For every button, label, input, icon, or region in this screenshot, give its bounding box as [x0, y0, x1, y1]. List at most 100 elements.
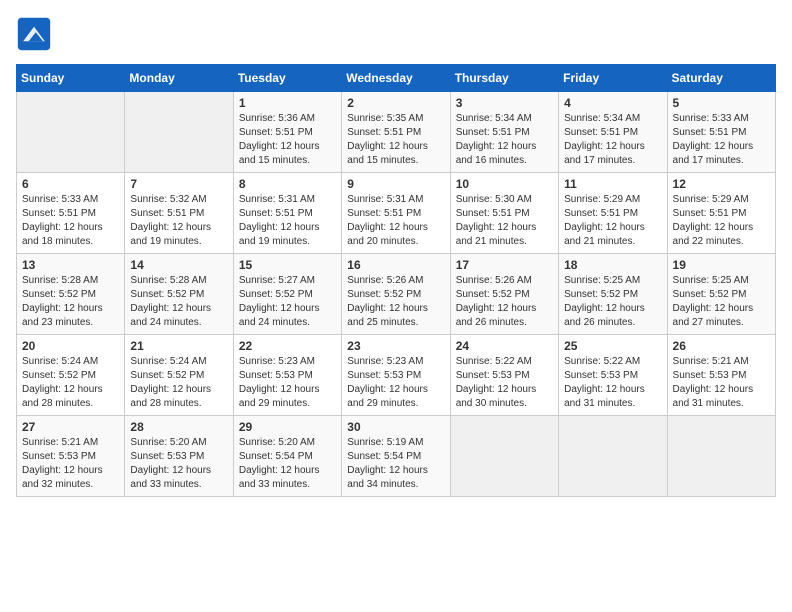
- calendar-cell: 3 Sunrise: 5:34 AM Sunset: 5:51 PM Daylig…: [450, 92, 558, 173]
- calendar-cell: 13 Sunrise: 5:28 AM Sunset: 5:52 PM Dayli…: [17, 254, 125, 335]
- day-info: Sunrise: 5:22 AM Sunset: 5:53 PM Dayligh…: [564, 355, 661, 411]
- day-number: 14: [130, 258, 227, 272]
- calendar-week-row: 27 Sunrise: 5:21 AM Sunset: 5:53 PM Dayli…: [17, 416, 776, 497]
- day-info: Sunrise: 5:36 AM Sunset: 5:51 PM Dayligh…: [239, 112, 336, 168]
- day-number: 6: [22, 177, 119, 191]
- calendar-cell: 9 Sunrise: 5:31 AM Sunset: 5:51 PM Daylig…: [342, 173, 450, 254]
- calendar-week-row: 1 Sunrise: 5:36 AM Sunset: 5:51 PM Daylig…: [17, 92, 776, 173]
- calendar-cell: [450, 416, 558, 497]
- day-number: 5: [673, 96, 770, 110]
- day-info: Sunrise: 5:22 AM Sunset: 5:53 PM Dayligh…: [456, 355, 553, 411]
- calendar-header-row: SundayMondayTuesdayWednesdayThursdayFrid…: [17, 65, 776, 92]
- day-info: Sunrise: 5:31 AM Sunset: 5:51 PM Dayligh…: [239, 193, 336, 249]
- day-number: 24: [456, 339, 553, 353]
- calendar-table: SundayMondayTuesdayWednesdayThursdayFrid…: [16, 64, 776, 497]
- calendar-cell: 11 Sunrise: 5:29 AM Sunset: 5:51 PM Dayli…: [559, 173, 667, 254]
- calendar-week-row: 6 Sunrise: 5:33 AM Sunset: 5:51 PM Daylig…: [17, 173, 776, 254]
- calendar-cell: 8 Sunrise: 5:31 AM Sunset: 5:51 PM Daylig…: [233, 173, 341, 254]
- calendar-cell: [17, 92, 125, 173]
- day-number: 18: [564, 258, 661, 272]
- calendar-cell: 21 Sunrise: 5:24 AM Sunset: 5:52 PM Dayli…: [125, 335, 233, 416]
- day-info: Sunrise: 5:33 AM Sunset: 5:51 PM Dayligh…: [673, 112, 770, 168]
- calendar-cell: 12 Sunrise: 5:29 AM Sunset: 5:51 PM Dayli…: [667, 173, 775, 254]
- day-number: 8: [239, 177, 336, 191]
- day-number: 22: [239, 339, 336, 353]
- day-number: 23: [347, 339, 444, 353]
- day-number: 29: [239, 420, 336, 434]
- calendar-cell: 17 Sunrise: 5:26 AM Sunset: 5:52 PM Dayli…: [450, 254, 558, 335]
- day-info: Sunrise: 5:32 AM Sunset: 5:51 PM Dayligh…: [130, 193, 227, 249]
- day-number: 11: [564, 177, 661, 191]
- calendar-cell: 4 Sunrise: 5:34 AM Sunset: 5:51 PM Daylig…: [559, 92, 667, 173]
- day-info: Sunrise: 5:31 AM Sunset: 5:51 PM Dayligh…: [347, 193, 444, 249]
- day-info: Sunrise: 5:23 AM Sunset: 5:53 PM Dayligh…: [347, 355, 444, 411]
- calendar-cell: 22 Sunrise: 5:23 AM Sunset: 5:53 PM Dayli…: [233, 335, 341, 416]
- calendar-cell: 7 Sunrise: 5:32 AM Sunset: 5:51 PM Daylig…: [125, 173, 233, 254]
- day-number: 20: [22, 339, 119, 353]
- calendar-header-friday: Friday: [559, 65, 667, 92]
- day-number: 17: [456, 258, 553, 272]
- day-number: 26: [673, 339, 770, 353]
- day-info: Sunrise: 5:23 AM Sunset: 5:53 PM Dayligh…: [239, 355, 336, 411]
- day-number: 28: [130, 420, 227, 434]
- calendar-cell: 19Sunrise: 5:25 AM Sunset: 5:52 PM Dayli…: [667, 254, 775, 335]
- day-number: 25: [564, 339, 661, 353]
- calendar-cell: 18 Sunrise: 5:25 AM Sunset: 5:52 PM Dayli…: [559, 254, 667, 335]
- calendar-cell: [559, 416, 667, 497]
- calendar-header-wednesday: Wednesday: [342, 65, 450, 92]
- calendar-cell: 20 Sunrise: 5:24 AM Sunset: 5:52 PM Dayli…: [17, 335, 125, 416]
- calendar-cell: 1 Sunrise: 5:36 AM Sunset: 5:51 PM Daylig…: [233, 92, 341, 173]
- day-info: Sunrise: 5:29 AM Sunset: 5:51 PM Dayligh…: [673, 193, 770, 249]
- calendar-cell: 2Sunrise: 5:35 AM Sunset: 5:51 PM Daylig…: [342, 92, 450, 173]
- day-number: 4: [564, 96, 661, 110]
- calendar-week-row: 13 Sunrise: 5:28 AM Sunset: 5:52 PM Dayli…: [17, 254, 776, 335]
- calendar-cell: 10 Sunrise: 5:30 AM Sunset: 5:51 PM Dayli…: [450, 173, 558, 254]
- day-info: Sunrise: 5:27 AM Sunset: 5:52 PM Dayligh…: [239, 274, 336, 330]
- calendar-cell: 15 Sunrise: 5:27 AM Sunset: 5:52 PM Dayli…: [233, 254, 341, 335]
- logo-icon: [16, 16, 52, 52]
- day-number: 9: [347, 177, 444, 191]
- day-number: 21: [130, 339, 227, 353]
- day-info: Sunrise: 5:35 AM Sunset: 5:51 PM Dayligh…: [347, 112, 444, 168]
- day-info: Sunrise: 5:21 AM Sunset: 5:53 PM Dayligh…: [22, 436, 119, 492]
- day-info: Sunrise: 5:33 AM Sunset: 5:51 PM Dayligh…: [22, 193, 119, 249]
- day-number: 7: [130, 177, 227, 191]
- day-info: Sunrise: 5:34 AM Sunset: 5:51 PM Dayligh…: [564, 112, 661, 168]
- logo: [16, 16, 58, 52]
- calendar-cell: 30Sunrise: 5:19 AM Sunset: 5:54 PM Dayli…: [342, 416, 450, 497]
- calendar-header-monday: Monday: [125, 65, 233, 92]
- day-info: Sunrise: 5:24 AM Sunset: 5:52 PM Dayligh…: [22, 355, 119, 411]
- day-info: Sunrise: 5:26 AM Sunset: 5:52 PM Dayligh…: [456, 274, 553, 330]
- day-number: 13: [22, 258, 119, 272]
- day-number: 10: [456, 177, 553, 191]
- calendar-cell: 6 Sunrise: 5:33 AM Sunset: 5:51 PM Daylig…: [17, 173, 125, 254]
- calendar-cell: 29Sunrise: 5:20 AM Sunset: 5:54 PM Dayli…: [233, 416, 341, 497]
- calendar-cell: 16Sunrise: 5:26 AM Sunset: 5:52 PM Dayli…: [342, 254, 450, 335]
- calendar-cell: 28 Sunrise: 5:20 AM Sunset: 5:53 PM Dayli…: [125, 416, 233, 497]
- day-info: Sunrise: 5:19 AM Sunset: 5:54 PM Dayligh…: [347, 436, 444, 492]
- day-info: Sunrise: 5:28 AM Sunset: 5:52 PM Dayligh…: [22, 274, 119, 330]
- calendar-cell: 5 Sunrise: 5:33 AM Sunset: 5:51 PM Daylig…: [667, 92, 775, 173]
- day-info: Sunrise: 5:34 AM Sunset: 5:51 PM Dayligh…: [456, 112, 553, 168]
- day-info: Sunrise: 5:29 AM Sunset: 5:51 PM Dayligh…: [564, 193, 661, 249]
- calendar-cell: [667, 416, 775, 497]
- calendar-cell: 23 Sunrise: 5:23 AM Sunset: 5:53 PM Dayli…: [342, 335, 450, 416]
- day-info: Sunrise: 5:20 AM Sunset: 5:53 PM Dayligh…: [130, 436, 227, 492]
- day-number: 16: [347, 258, 444, 272]
- calendar-header-sunday: Sunday: [17, 65, 125, 92]
- day-info: Sunrise: 5:24 AM Sunset: 5:52 PM Dayligh…: [130, 355, 227, 411]
- day-number: 1: [239, 96, 336, 110]
- day-info: Sunrise: 5:28 AM Sunset: 5:52 PM Dayligh…: [130, 274, 227, 330]
- day-number: 15: [239, 258, 336, 272]
- day-number: 27: [22, 420, 119, 434]
- day-info: Sunrise: 5:30 AM Sunset: 5:51 PM Dayligh…: [456, 193, 553, 249]
- day-number: 12: [673, 177, 770, 191]
- calendar-header-thursday: Thursday: [450, 65, 558, 92]
- calendar-cell: 26 Sunrise: 5:21 AM Sunset: 5:53 PM Dayli…: [667, 335, 775, 416]
- calendar-cell: 24 Sunrise: 5:22 AM Sunset: 5:53 PM Dayli…: [450, 335, 558, 416]
- calendar-week-row: 20 Sunrise: 5:24 AM Sunset: 5:52 PM Dayli…: [17, 335, 776, 416]
- day-number: 3: [456, 96, 553, 110]
- day-info: Sunrise: 5:25 AM Sunset: 5:52 PM Dayligh…: [564, 274, 661, 330]
- calendar-header-saturday: Saturday: [667, 65, 775, 92]
- day-info: Sunrise: 5:21 AM Sunset: 5:53 PM Dayligh…: [673, 355, 770, 411]
